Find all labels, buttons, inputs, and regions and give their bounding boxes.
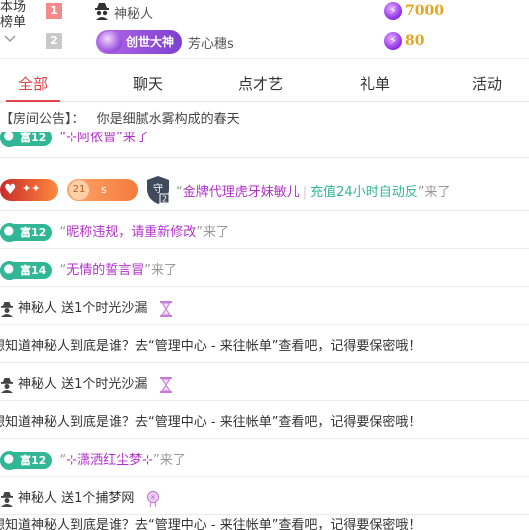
noble-badge: 创世大神 (96, 30, 182, 54)
incognito-icon (0, 301, 14, 317)
tab-chat[interactable]: 聊天 (133, 73, 163, 94)
fan-level-suffix: s (101, 183, 107, 196)
user-nickname[interactable]: 金牌代理虎牙妹敏儿 (183, 185, 300, 200)
gift-sender[interactable]: 神秘人 (18, 377, 57, 392)
entry-text: “金牌代理虎牙妹敏儿 | 充值24小时自动反”来了 (176, 185, 451, 200)
chat-message: 想知道神秘人到底是谁？去“管理中心 - 来往帐单”查看吧，记得要保密哦！ (0, 325, 529, 363)
lightning-coin-icon: ⚡ (384, 32, 402, 50)
leaderboard-user-name: 芳心穗s (188, 37, 234, 52)
wealth-badge: 富12 (0, 132, 53, 147)
chat-message: 富12 “昵称违规，请重新修改”来了 (0, 211, 529, 249)
leaderboard-user-name: 神秘人 (114, 7, 154, 22)
room-leaderboard: 本场 榜单 1 神秘人 ⚡ 7000 2 创世大神 芳心穗s ⚡ 80 (0, 0, 529, 58)
svg-text:2: 2 (162, 195, 167, 204)
gift-sender[interactable]: 神秘人 (18, 301, 57, 316)
chat-message: ♥ ✦✦ 21 s 守2 “金牌代理虎牙妹敏儿 | 充值24小时自动反”来了 (0, 171, 529, 211)
lightning-coin-icon: ⚡ (384, 2, 402, 20)
contribution-score: 7000 (405, 3, 444, 19)
incognito-icon (94, 2, 110, 20)
gift-text: 送1个时光沙漏 (61, 301, 148, 316)
hourglass-gift-icon (158, 300, 174, 318)
gift-sender[interactable]: 神秘人 (18, 491, 57, 506)
rank-number: 1 (46, 3, 62, 19)
fan-level-number: 21 (69, 180, 89, 200)
svg-text:守: 守 (153, 182, 163, 195)
user-signature: 充值24小时自动反 (310, 185, 418, 200)
gem-icon (98, 31, 122, 53)
incognito-icon (0, 377, 14, 393)
user-nickname[interactable]: 无情的誓言冒 (66, 263, 144, 278)
announcement-text: 你是细腻水雾构成的春天 (96, 112, 240, 127)
chat-message: 神秘人 送1个捕梦网 (0, 477, 529, 515)
contribution-score: 80 (405, 33, 425, 49)
incognito-icon (0, 491, 14, 507)
gift-text: 送1个时光沙漏 (61, 377, 148, 392)
gift-text: 送1个捕梦网 (61, 491, 135, 506)
dreamcatcher-gift-icon (145, 490, 161, 508)
chat-message: 富14 “无情的誓言冒”来了 (0, 249, 529, 287)
system-tip: 想知道神秘人到底是谁？去“管理中心 - 来往帐单”查看吧，记得要保密哦！ (0, 415, 422, 430)
hourglass-gift-icon (158, 376, 174, 394)
tab-talent[interactable]: 点才艺 (238, 73, 283, 94)
leaderboard-row[interactable]: 2 创世大神 芳心穗s ⚡ 80 (0, 30, 529, 54)
guard-shield-icon: 守2 (145, 175, 171, 205)
tab-all[interactable]: 全部 (18, 73, 48, 94)
wealth-badge: 富14 (0, 261, 53, 280)
chat-message: 神秘人 送1个时光沙漏 (0, 287, 529, 325)
announcement-prefix: 【房间公告】： (0, 112, 85, 127)
chat-message: 神秘人 送1个时光沙漏 (0, 363, 529, 401)
tab-activity[interactable]: 活动 (472, 73, 502, 94)
chat-message: 富12 “⊹潇洒红尘梦⊹”来了 (0, 439, 529, 477)
tab-gift-list[interactable]: 礼单 (360, 73, 390, 94)
wings-icon: ✦✦ (22, 182, 41, 195)
rank-number: 2 (46, 33, 62, 49)
chat-message: 想知道神秘人到底是谁？去“管理中心 - 来往帐单”查看吧，记得要保密哦！ (0, 515, 529, 530)
chat-message: 想知道神秘人到底是谁？去“管理中心 - 来往帐单”查看吧，记得要保密哦！ (0, 401, 529, 439)
room-announcement: 【房间公告】： 你是细腻水雾构成的春天 (0, 108, 240, 127)
wealth-badge: 富12 (0, 451, 53, 470)
noble-badge-label: 创世大神 (126, 35, 175, 49)
chat-message: 富12 “⊹阿依曾”来了 (0, 132, 529, 158)
user-nickname[interactable]: ⊹潇洒红尘梦⊹ (66, 453, 153, 468)
vip-badge: ♥ ✦✦ (0, 179, 58, 201)
entry-text: “⊹阿依曾”来了 (59, 132, 149, 145)
system-tip: 想知道神秘人到底是谁？去“管理中心 - 来往帐单”查看吧，记得要保密哦！ (0, 339, 422, 354)
user-nickname[interactable]: 昵称违规，请重新修改 (66, 225, 196, 240)
chat-tabs: 全部 聊天 点才艺 礼单 活动 (0, 58, 529, 102)
leaderboard-row[interactable]: 1 神秘人 ⚡ 7000 (0, 0, 529, 24)
active-tab-indicator (6, 100, 60, 102)
wealth-badge: 富12 (0, 223, 53, 242)
system-tip: 想知道神秘人到底是谁？去“管理中心 - 来往帐单”查看吧，记得要保密哦！ (0, 518, 422, 530)
heart-icon: ♥ (4, 182, 17, 198)
fan-level-badge: 21 s (67, 179, 138, 201)
